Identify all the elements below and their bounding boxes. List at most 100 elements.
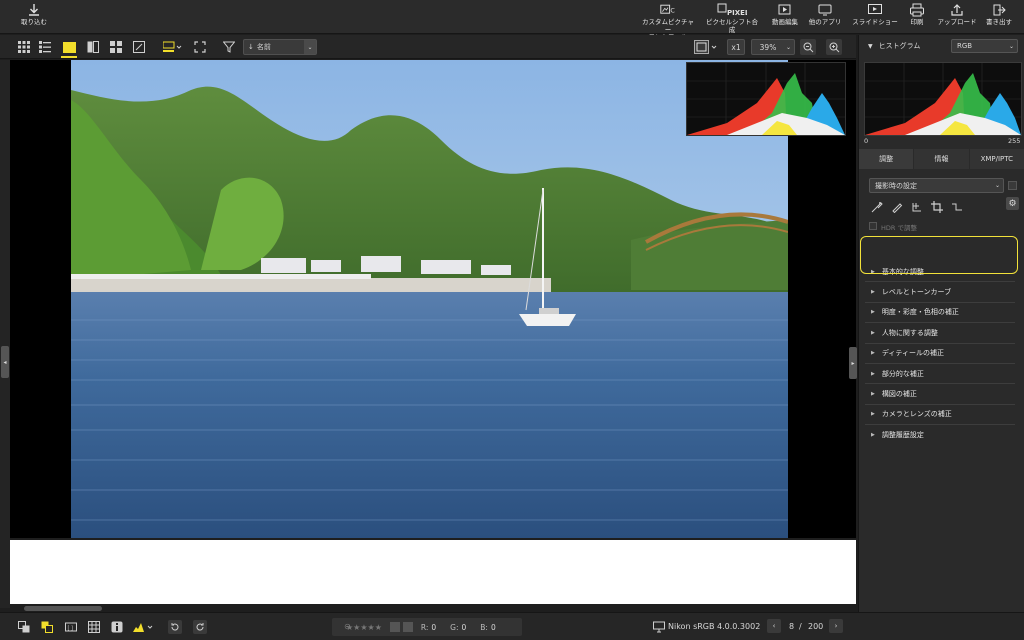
pixel-shift-button[interactable]: PIXEL ピクセルシフト合成 — [704, 3, 760, 34]
zoom-out-icon[interactable] — [800, 39, 816, 55]
color-brush-icon[interactable] — [891, 201, 903, 216]
status-bar: [ ] ⊝ ★★★★★ R: 0 G: 0 B: 0 Nikon sRGB 4.… — [0, 612, 1024, 640]
adj-history-settings[interactable]: ▶ 調整履歴設定 — [865, 425, 1015, 445]
preset-select[interactable]: 撮影時の設定 ⌄ — [869, 178, 1004, 193]
histogram-min: 0 — [864, 137, 869, 145]
adj-portrait[interactable]: ▶ 人物に関する調整 — [865, 323, 1015, 344]
import-button[interactable]: 取り込む — [6, 3, 62, 27]
next-image-button[interactable]: › — [829, 619, 843, 633]
display-mode-icon[interactable] — [694, 40, 720, 54]
sort-order-icon: ↓ — [248, 43, 254, 51]
pixel-readout-panel: ⊝ ★★★★★ R: 0 G: 0 B: 0 — [332, 618, 522, 636]
info-icon[interactable] — [110, 620, 124, 634]
table-icon[interactable] — [87, 620, 101, 634]
layout-menu-icon[interactable] — [163, 40, 183, 54]
top-toolbar: 取り込む C カスタムピクチャー コントロール PIXEL ピクセルシフト合成 … — [0, 0, 1024, 41]
left-panel-toggle[interactable]: ◂ — [1, 346, 9, 378]
export-button[interactable]: 書き出す — [971, 3, 1024, 27]
grid-view-icon[interactable] — [17, 40, 31, 54]
other-apps-label: 他のアプリ — [808, 18, 842, 26]
scrollbar-thumb[interactable] — [24, 606, 102, 611]
rotate-left-icon[interactable] — [168, 620, 182, 634]
fit-screen-icon[interactable] — [193, 40, 207, 54]
other-apps-button[interactable]: 他のアプリ — [797, 3, 853, 27]
chevron-left-icon: ◂ — [3, 358, 7, 366]
adj-detail[interactable]: ▶ ディティールの補正 — [865, 344, 1015, 364]
histogram-channel-select[interactable]: RGB ⌄ — [951, 39, 1018, 53]
crop-icon[interactable] — [931, 201, 943, 216]
export-icon — [991, 3, 1007, 17]
multi-view-icon[interactable] — [109, 40, 123, 54]
hdr-checkbox[interactable] — [869, 222, 877, 230]
chevron-right-icon: ▸ — [851, 359, 855, 367]
tab-adjust[interactable]: 調整 — [859, 149, 914, 169]
expand-triangle-icon: ▶ — [871, 411, 875, 418]
active-view-indicator — [61, 56, 77, 58]
b-value: 0 — [490, 622, 496, 632]
g-label: G: — [450, 622, 459, 632]
list-view-icon[interactable] — [38, 40, 52, 54]
adjustment-list: ▶ 基本的な調整 ▶ レベルとトーンカーブ ▶ 明度・彩度・色相の補正 ▶ 人物に関する… — [865, 262, 1015, 446]
chevron-down-icon: ⌄ — [1008, 42, 1014, 50]
image-info-icon[interactable]: [ ] — [64, 620, 78, 634]
adj-local[interactable]: ▶ 部分的な補正 — [865, 364, 1015, 385]
stack-icon[interactable] — [17, 620, 31, 634]
right-panel-toggle[interactable]: ▸ — [849, 347, 857, 379]
chevron-down-icon: ⌄ — [304, 40, 316, 54]
tab-info[interactable]: 情報 — [914, 149, 969, 169]
zoom-percent-select[interactable]: 39% ⌄ — [751, 39, 795, 55]
expand-triangle-icon: ▶ — [871, 289, 875, 296]
expand-triangle-icon: ▶ — [871, 350, 875, 357]
single-view-icon[interactable] — [62, 40, 76, 54]
gear-icon[interactable]: ⚙ — [1006, 197, 1019, 210]
download-icon — [26, 3, 42, 17]
filmstrip[interactable] — [10, 540, 856, 604]
protect-icon[interactable]: ⊝ — [344, 622, 351, 631]
chevron-left-icon: ‹ — [772, 622, 776, 630]
expand-triangle-icon: ▶ — [871, 432, 875, 439]
page-separator: / — [799, 622, 802, 631]
picture-control-icon: C — [660, 3, 676, 17]
label-icon[interactable] — [40, 620, 54, 634]
sort-label: 名前 — [256, 43, 271, 51]
page-current: 8 — [789, 622, 795, 631]
r-value: 0 — [431, 622, 437, 632]
filter-icon[interactable] — [222, 40, 236, 54]
zoom-in-icon[interactable] — [826, 39, 842, 55]
video-edit-icon — [777, 3, 793, 17]
viewer-histogram-overlay — [686, 62, 846, 136]
svg-text:[ ]: [ ] — [68, 626, 74, 632]
adj-brightness-saturation-hue[interactable]: ▶ 明度・彩度・色相の補正 — [865, 303, 1015, 324]
adj-levels-curves[interactable]: ▶ レベルとトーンカーブ — [865, 282, 1015, 303]
select-icon[interactable] — [402, 622, 413, 632]
panel-tabs: 調整 情報 XMP/IPTC — [859, 149, 1024, 169]
rating-stars[interactable]: ★★★★★ — [346, 623, 382, 632]
expand-triangle-icon: ▶ — [871, 391, 875, 398]
histogram — [864, 62, 1022, 136]
straighten-icon[interactable] — [951, 201, 963, 216]
expand-triangle-icon: ▶ — [871, 329, 875, 336]
reject-icon[interactable] — [389, 622, 400, 632]
tab-xmp-iptc[interactable]: XMP/IPTC — [969, 149, 1024, 169]
adj-composition[interactable]: ▶ 構図の補正 — [865, 384, 1015, 405]
control-point-icon[interactable] — [911, 201, 923, 216]
edit-compare-icon[interactable] — [132, 40, 146, 54]
histogram-menu-icon[interactable] — [133, 620, 155, 634]
prev-image-button[interactable]: ‹ — [767, 619, 781, 633]
adj-camera-lens[interactable]: ▶ カメラとレンズの補正 — [865, 405, 1015, 426]
hdr-label: HDR で調整 — [881, 224, 917, 232]
chevron-down-icon: ⌄ — [994, 182, 1000, 189]
compare-view-icon[interactable] — [86, 40, 100, 54]
upload-icon — [949, 3, 965, 17]
histogram-max: 255 — [1008, 137, 1021, 145]
sort-select[interactable]: ↓ 名前 ⌄ — [243, 39, 317, 55]
filmstrip-scrollbar[interactable] — [10, 604, 856, 612]
expand-triangle-icon: ▶ — [871, 370, 875, 377]
zoom-multiplier[interactable]: x1 — [727, 39, 745, 55]
page-total: 200 — [808, 622, 824, 631]
rotate-right-icon[interactable] — [193, 620, 207, 634]
photo-preview — [71, 60, 788, 538]
pixel-shift-label: ピクセルシフト合成 — [706, 18, 758, 34]
retouch-brush-icon[interactable] — [871, 201, 883, 216]
preset-checkbox[interactable] — [1008, 181, 1017, 190]
